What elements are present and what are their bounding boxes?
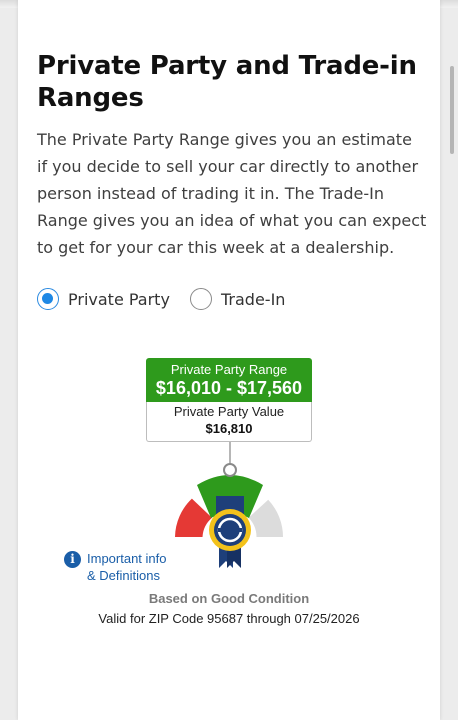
range-value: $16,010 - $17,560 (155, 378, 303, 398)
info-link-line2: & Definitions (87, 568, 160, 583)
price-range-callout: Private Party Range $16,010 - $17,560 Pr… (146, 358, 312, 442)
condition-note: Based on Good Condition (148, 591, 310, 606)
section-description: The Private Party Range gives you an est… (37, 130, 427, 257)
range-header: Private Party Range $16,010 - $17,560 (146, 358, 312, 402)
important-info-link[interactable]: i Important info & Definitions (64, 550, 197, 584)
value-box: Private Party Value $16,810 (146, 402, 312, 442)
info-icon: i (64, 551, 81, 568)
section-title: Private Party and Trade-in Ranges (37, 51, 417, 113)
trade-in-option[interactable]: Trade-In (190, 288, 285, 310)
range-label: Private Party Range (170, 362, 288, 377)
private-party-label: Private Party (68, 289, 170, 309)
zip-validity-note: Valid for ZIP Code 95687 through 07/25/2… (98, 611, 360, 626)
private-party-radio[interactable] (37, 288, 59, 310)
scrollbar[interactable] (450, 66, 454, 154)
trade-in-radio[interactable] (190, 288, 212, 310)
trade-in-label: Trade-In (221, 289, 286, 309)
info-link-line1: Important info (87, 551, 167, 566)
gauge-pointer-knob (223, 463, 237, 477)
value-label: Private Party Value (173, 404, 285, 419)
private-party-option[interactable]: Private Party (37, 288, 170, 310)
value-amount: $16,810 (205, 421, 253, 436)
